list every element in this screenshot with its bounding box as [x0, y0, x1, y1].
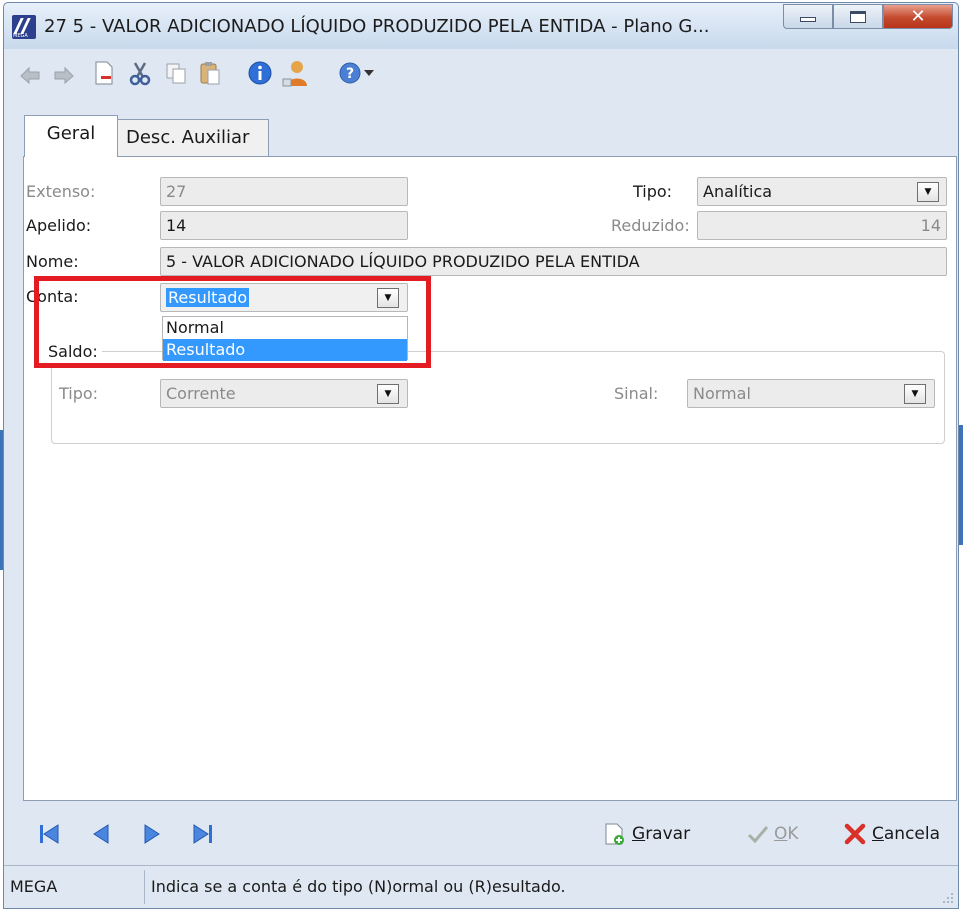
mega-app-icon: MEGA — [12, 15, 36, 39]
navigation-bar: Gravar OK Cancela — [4, 807, 958, 861]
previous-record-button[interactable] — [86, 821, 116, 847]
sinal-label: Sinal: — [614, 384, 659, 403]
cancela-button[interactable]: Cancela — [844, 819, 940, 849]
forward-button[interactable] — [48, 57, 80, 89]
tipo-select[interactable]: Analítica — [697, 177, 947, 206]
status-app-name: MEGA — [10, 877, 58, 896]
resize-grip-icon[interactable] — [942, 892, 954, 904]
cancel-icon — [844, 823, 866, 845]
ok-button[interactable]: OK — [746, 819, 799, 849]
cancela-label: ancela — [883, 824, 941, 844]
status-bar: MEGA Indica se a conta é do tipo (N)orma… — [4, 865, 958, 908]
sinal-select[interactable]: Normal — [687, 379, 935, 408]
nome-label: Nome: — [26, 252, 79, 271]
apelido-label: Apelido: — [26, 216, 92, 235]
new-document-icon — [95, 61, 113, 85]
gravar-mnemonic: G — [632, 824, 646, 844]
status-separator — [144, 870, 145, 904]
title-bar[interactable]: MEGA 27 5 - VALOR ADICIONADO LÍQUIDO PRO… — [4, 3, 958, 49]
info-button[interactable] — [244, 57, 276, 89]
back-button[interactable] — [14, 57, 46, 89]
paste-icon — [200, 62, 220, 85]
extenso-field[interactable]: 27 — [160, 177, 408, 206]
sinal-dropdown-button[interactable]: ▼ — [904, 384, 926, 404]
first-record-button[interactable] — [34, 821, 64, 847]
dropdown-arrow-icon — [364, 70, 374, 76]
chevron-down-icon: ▼ — [924, 187, 932, 197]
window-title: 27 5 - VALOR ADICIONADO LÍQUIDO PRODUZID… — [44, 16, 710, 37]
chevron-down-icon: ▼ — [911, 389, 919, 399]
saldo-tipo-select[interactable]: Corrente — [160, 379, 408, 408]
help-icon: ? — [339, 62, 361, 84]
cancela-mnemonic: C — [872, 824, 884, 844]
help-dropdown-button[interactable] — [360, 57, 378, 89]
forward-icon — [54, 66, 74, 84]
saldo-tipo-value: Corrente — [166, 384, 236, 403]
copy-button[interactable] — [160, 57, 192, 89]
gravar-button[interactable]: Gravar — [604, 819, 690, 849]
info-icon — [248, 61, 272, 85]
ok-mnemonic: O — [774, 824, 788, 844]
tipo-dropdown-button[interactable]: ▼ — [917, 182, 939, 202]
status-message: Indica se a conta é do tipo (N)ormal ou … — [151, 877, 566, 896]
apelido-field[interactable]: 14 — [160, 211, 408, 240]
ok-label: K — [787, 824, 799, 844]
tipo-select-value: Analítica — [703, 182, 773, 201]
checkmark-icon — [747, 826, 769, 844]
dialog-window: MEGA 27 5 - VALOR ADICIONADO LÍQUIDO PRO… — [3, 2, 959, 909]
desktop-background-right — [959, 425, 963, 545]
users-button[interactable] — [278, 57, 310, 89]
minimize-button[interactable] — [783, 4, 833, 29]
next-record-icon — [144, 824, 160, 844]
next-record-button[interactable] — [137, 821, 167, 847]
previous-record-icon — [93, 824, 109, 844]
gravar-label: ravar — [645, 824, 691, 844]
maximize-button[interactable] — [833, 4, 883, 29]
reduzido-field[interactable]: 14 — [697, 211, 947, 240]
save-icon — [605, 823, 624, 845]
maximize-icon — [850, 10, 866, 23]
tab-desc-auxiliar[interactable]: Desc. Auxiliar — [117, 119, 269, 157]
tab-geral[interactable]: Geral — [24, 115, 118, 157]
reduzido-label: Reduzido: — [611, 216, 690, 235]
cut-icon — [129, 62, 151, 86]
users-icon — [282, 61, 307, 87]
copy-icon — [166, 63, 186, 84]
new-button[interactable] — [88, 57, 120, 89]
tipo-label: Tipo: — [633, 182, 673, 201]
last-record-button[interactable] — [188, 821, 218, 847]
svg-text:?: ? — [346, 66, 354, 82]
screenshot-frame: MEGA 27 5 - VALOR ADICIONADO LÍQUIDO PRO… — [0, 0, 963, 913]
close-button[interactable]: ✕ — [883, 4, 953, 29]
toolbar: ? — [4, 49, 958, 97]
sinal-value: Normal — [693, 384, 751, 403]
chevron-down-icon: ▼ — [384, 389, 392, 399]
extenso-label: Extenso: — [26, 182, 96, 201]
minimize-icon — [800, 17, 816, 22]
last-record-icon — [193, 824, 212, 844]
saldo-tipo-label: Tipo: — [59, 384, 99, 403]
close-icon: ✕ — [910, 6, 926, 27]
tab-strip: Geral Desc. Auxiliar — [4, 97, 958, 157]
back-icon — [20, 66, 40, 84]
first-record-icon — [40, 824, 59, 844]
saldo-tipo-dropdown-button[interactable]: ▼ — [377, 384, 399, 404]
nome-field[interactable]: 5 - VALOR ADICIONADO LÍQUIDO PRODUZIDO P… — [160, 247, 947, 276]
red-highlight-annotation — [34, 276, 431, 368]
cut-button[interactable] — [124, 57, 156, 89]
paste-button[interactable] — [194, 57, 226, 89]
